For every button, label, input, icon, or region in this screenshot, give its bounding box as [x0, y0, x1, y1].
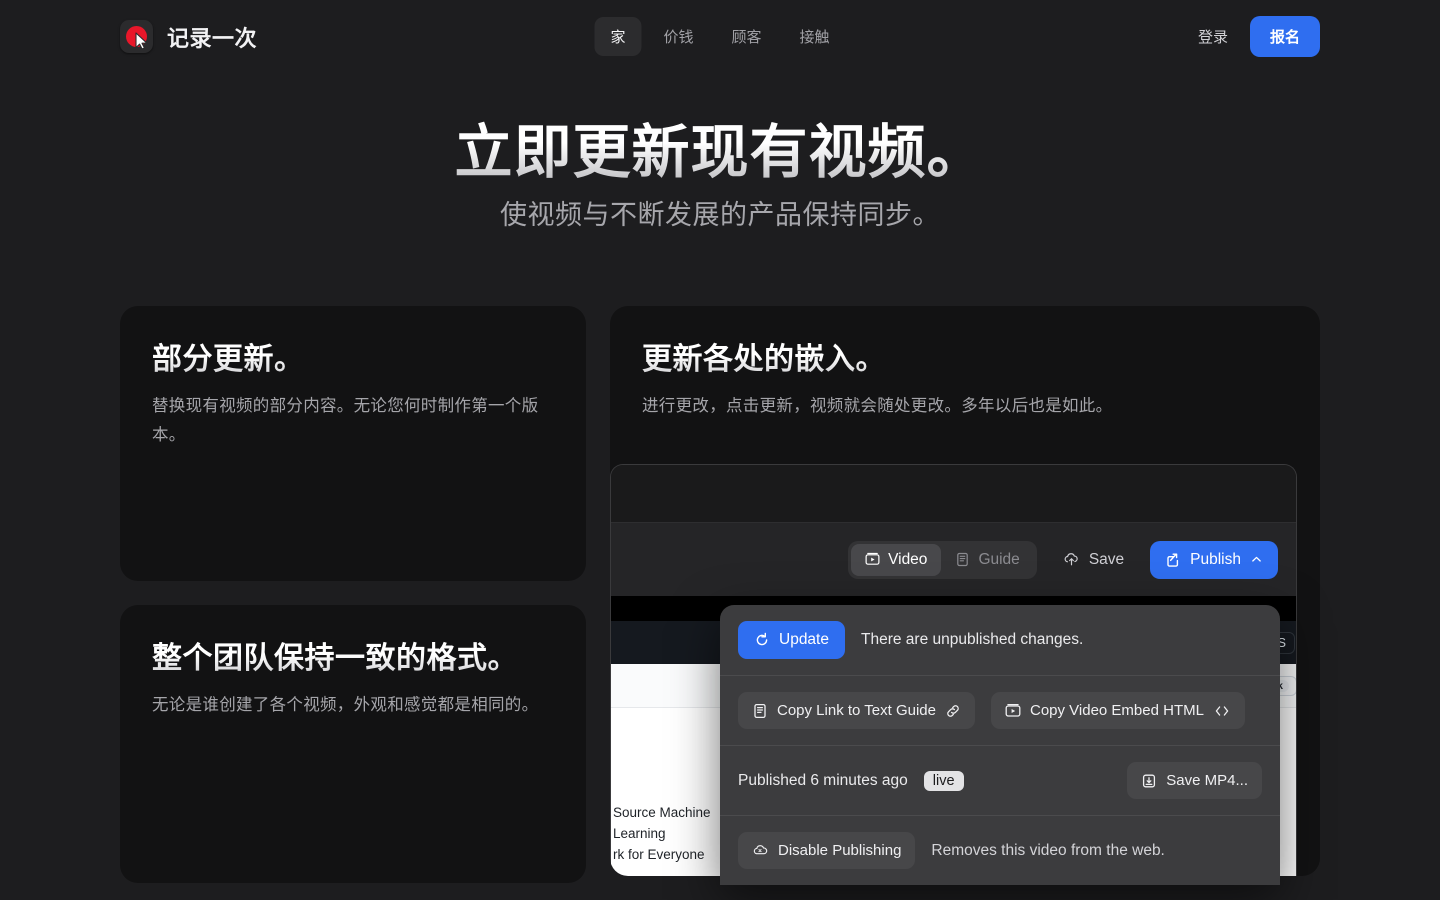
publish-button-label: Publish [1190, 551, 1241, 569]
card-team-format-body: 无论是谁创建了各个视频，外观和感觉都是相同的。 [152, 691, 554, 720]
brand-logo[interactable]: 记录一次 [120, 20, 257, 53]
disable-publishing-label: Disable Publishing [778, 842, 901, 859]
publish-button[interactable]: Publish [1150, 541, 1278, 579]
chevron-up-icon [1250, 553, 1263, 566]
link-icon [945, 703, 961, 719]
popover-copy-row: Copy Link to Text Guide Copy Video Embed… [720, 676, 1280, 745]
app-titlebar [611, 465, 1296, 522]
card-embeds-title: 更新各处的嵌入。 [642, 338, 1288, 382]
disable-publishing-button[interactable]: Disable Publishing [738, 832, 915, 869]
video-player-icon [1005, 703, 1021, 719]
screenshot-repo-description-line1: Source Machine Learning [611, 803, 736, 845]
update-button-label: Update [779, 631, 829, 649]
screenshot-repo-description-line2: rk for Everyone [611, 845, 736, 866]
popover-disable-row: Disable Publishing Removes this video fr… [720, 816, 1280, 885]
save-mp4-button[interactable]: Save MP4... [1127, 762, 1262, 799]
card-partial-update-title: 部分更新。 [152, 338, 554, 382]
signup-button[interactable]: 报名 [1250, 16, 1320, 57]
card-embeds-body: 进行更改，点击更新，视频就会随处更改。多年以后也是如此。 [642, 392, 1288, 421]
feature-column-left: 部分更新。 替换现有视频的部分内容。无论您何时制作第一个版本。 整个团队保持一致… [120, 306, 586, 883]
header-actions: 登录 报名 [1198, 16, 1320, 57]
copy-link-text-guide-label: Copy Link to Text Guide [777, 702, 936, 719]
save-mp4-label: Save MP4... [1166, 772, 1248, 789]
popover-update-row: Update There are unpublished changes. [720, 605, 1280, 675]
tab-guide[interactable]: Guide [941, 544, 1033, 576]
share-arrow-icon [1165, 552, 1181, 568]
popover-published-row: Published 6 minutes ago live Save MP4... [720, 746, 1280, 815]
card-partial-update: 部分更新。 替换现有视频的部分内容。无论您何时制作第一个版本。 [120, 306, 586, 581]
cursor-icon [135, 32, 149, 50]
view-mode-segmented-control: Video Guide [848, 541, 1037, 579]
disable-publishing-hint: Removes this video from the web. [931, 842, 1164, 860]
card-team-format-title: 整个团队保持一致的格式。 [152, 637, 522, 681]
app-toolbar: Video Guide [611, 522, 1296, 596]
tab-video[interactable]: Video [851, 544, 941, 576]
update-button[interactable]: Update [738, 621, 845, 659]
hero-subtitle: 使视频与不断发展的产品保持同步。 [0, 193, 1440, 232]
main-nav: 家 价钱 顾客 接触 [594, 17, 845, 56]
document-icon [955, 552, 970, 567]
code-brackets-icon [1213, 703, 1231, 719]
copy-video-embed-html-button[interactable]: Copy Video Embed HTML [991, 692, 1245, 729]
unpublished-changes-message: There are unpublished changes. [861, 631, 1083, 649]
nav-item-home[interactable]: 家 [594, 17, 641, 56]
download-icon [1141, 773, 1157, 789]
copy-video-embed-html-label: Copy Video Embed HTML [1030, 702, 1204, 719]
document-icon [752, 703, 768, 719]
save-button[interactable]: Save [1063, 551, 1124, 569]
tab-guide-label: Guide [978, 551, 1019, 569]
card-team-format: 整个团队保持一致的格式。 无论是谁创建了各个视频，外观和感觉都是相同的。 [120, 605, 586, 883]
nav-item-contact[interactable]: 接触 [784, 17, 846, 56]
save-button-label: Save [1089, 551, 1124, 569]
logo-tile [120, 20, 153, 53]
nav-item-pricing[interactable]: 价钱 [647, 17, 709, 56]
published-timestamp: Published 6 minutes ago [738, 772, 908, 790]
cloud-disabled-icon [752, 842, 769, 859]
cloud-upload-icon [1063, 551, 1080, 568]
login-link[interactable]: 登录 [1198, 26, 1228, 47]
nav-item-customers[interactable]: 顾客 [716, 17, 778, 56]
hero-title: 立即更新现有视频。 [0, 119, 1440, 187]
refresh-icon [754, 632, 770, 648]
copy-link-text-guide-button[interactable]: Copy Link to Text Guide [738, 692, 975, 729]
tab-video-label: Video [888, 551, 927, 569]
card-partial-update-body: 替换现有视频的部分内容。无论您何时制作第一个版本。 [152, 392, 554, 450]
publish-popover: Update There are unpublished changes. Co… [720, 605, 1280, 885]
live-status-badge: live [924, 771, 964, 791]
brand-name: 记录一次 [167, 21, 257, 53]
hero-section: 立即更新现有视频。 使视频与不断发展的产品保持同步。 [0, 119, 1440, 232]
site-header: 记录一次 家 价钱 顾客 接触 登录 报名 [0, 0, 1440, 73]
video-player-icon [865, 552, 880, 567]
